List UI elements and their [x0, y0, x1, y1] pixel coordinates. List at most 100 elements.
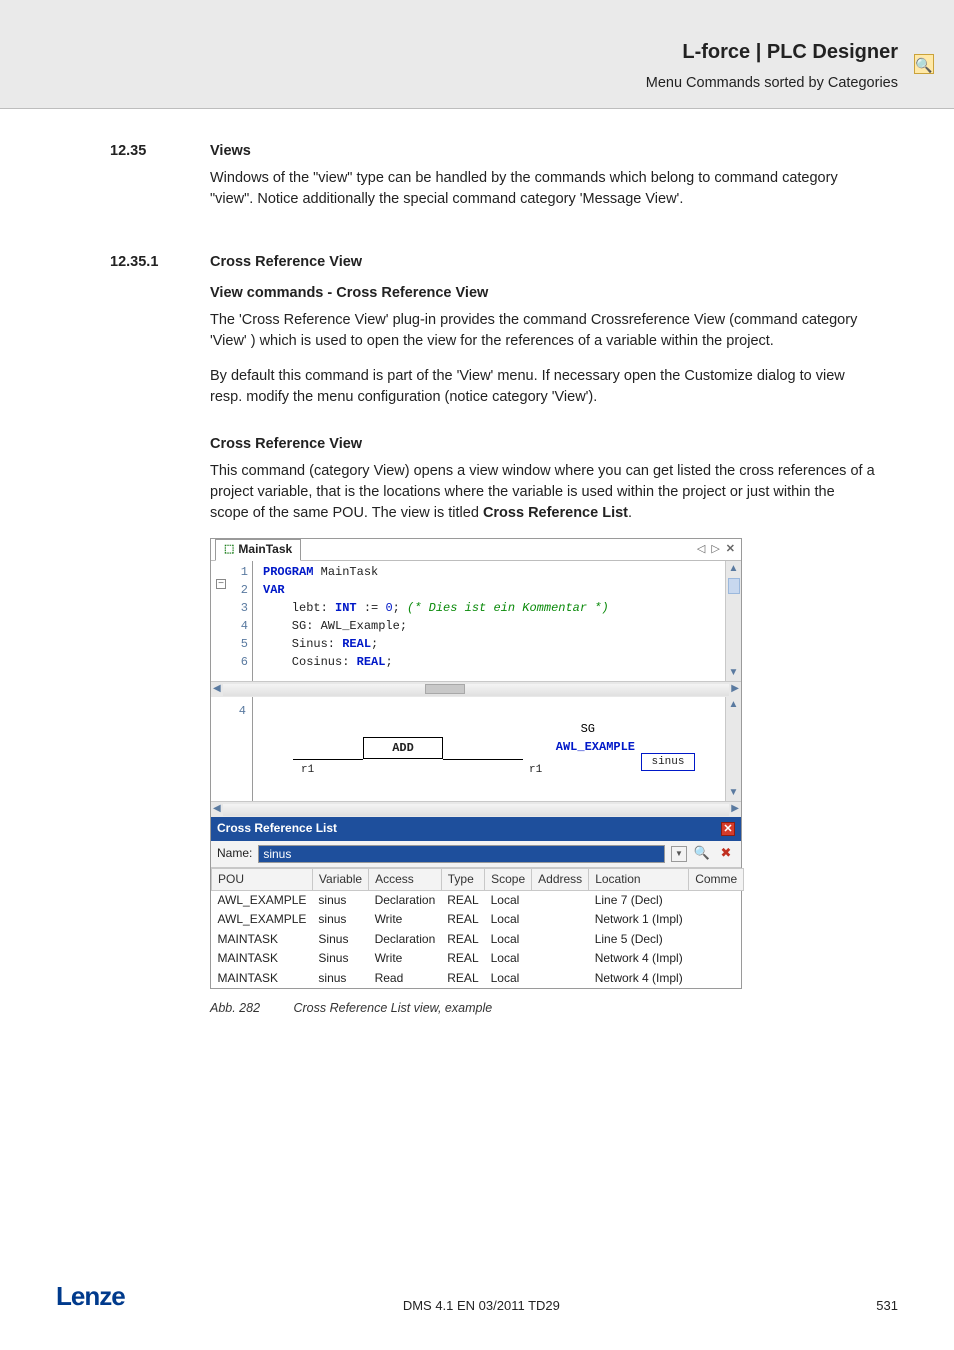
table-header-row: POU Variable Access Type Scope Address L… — [212, 868, 744, 890]
table-cell — [689, 891, 744, 911]
next-tab-icon[interactable]: ▷ — [711, 542, 719, 558]
panel-title: Cross Reference List — [217, 820, 337, 837]
scroll-thumb[interactable] — [425, 684, 465, 694]
section-number: 12.35 — [110, 141, 210, 162]
table-cell — [689, 930, 744, 949]
col-location[interactable]: Location — [589, 868, 689, 890]
scroll-right-icon[interactable]: ▶ — [731, 682, 739, 697]
table-cell: MAINTASK — [212, 969, 313, 988]
table-cell: AWL_EXAMPLE — [212, 891, 313, 911]
table-cell: REAL — [441, 969, 484, 988]
table-cell: Line 7 (Decl) — [589, 891, 689, 911]
col-variable[interactable]: Variable — [312, 868, 368, 890]
prev-tab-icon[interactable]: ◁ — [697, 542, 705, 558]
table-cell: Local — [485, 910, 532, 929]
table-cell: Network 1 (Impl) — [589, 910, 689, 929]
col-address[interactable]: Address — [532, 868, 589, 890]
instance-label: SG — [581, 721, 595, 738]
table-cell: Local — [485, 891, 532, 911]
close-icon[interactable]: ✕ — [721, 822, 735, 836]
table-cell: Read — [369, 969, 442, 988]
table-row[interactable]: MAINTASKsinusReadREALLocalNetwork 4 (Imp… — [212, 969, 744, 988]
table-cell — [689, 949, 744, 968]
wire — [293, 759, 363, 760]
col-comment[interactable]: Comme — [689, 868, 744, 890]
text-run: . — [628, 505, 632, 521]
col-pou[interactable]: POU — [212, 868, 313, 890]
vertical-scrollbar[interactable]: ▲ ▼ — [725, 561, 741, 681]
subsection-number: 12.35.1 — [110, 252, 210, 273]
code-editor[interactable]: PROGRAM MainTask VAR lebt: INT := 0; (* … — [253, 561, 725, 681]
subsection-heading: View commands - Cross Reference View — [210, 283, 876, 304]
scroll-left-icon[interactable]: ◀ — [213, 802, 221, 817]
name-input[interactable] — [258, 845, 665, 863]
table-cell — [532, 930, 589, 949]
table-cell — [532, 891, 589, 911]
subsection-paragraph: This command (category View) opens a vie… — [210, 461, 876, 524]
table-cell: Sinus — [312, 930, 368, 949]
table-cell: Sinus — [312, 949, 368, 968]
figure-number: Abb. 282 — [210, 999, 290, 1017]
close-tab-icon[interactable]: ✕ — [726, 542, 735, 558]
table-cell: Declaration — [369, 930, 442, 949]
network-gutter: 4 — [211, 697, 253, 801]
scroll-left-icon[interactable]: ◀ — [213, 682, 221, 697]
scroll-up-icon[interactable]: ▲ — [729, 698, 739, 712]
editor-tab[interactable]: ⬚ MainTask — [215, 539, 301, 561]
table-cell: Write — [369, 949, 442, 968]
dropdown-icon[interactable]: ▼ — [671, 846, 687, 862]
table-cell: Write — [369, 910, 442, 929]
editor-tab-label: MainTask — [238, 541, 292, 558]
table-cell: MAINTASK — [212, 930, 313, 949]
horizontal-scrollbar[interactable]: ◀ ▶ — [211, 681, 741, 697]
table-row[interactable]: AWL_EXAMPLEsinusDeclarationREALLocalLine… — [212, 891, 744, 911]
table-row[interactable]: MAINTASKSinusDeclarationREALLocalLine 5 … — [212, 930, 744, 949]
subsection-paragraph: By default this command is part of the '… — [210, 366, 876, 408]
table-cell — [532, 969, 589, 988]
footer-doc-id: DMS 4.1 EN 03/2011 TD29 — [125, 1297, 838, 1316]
table-cell: MAINTASK — [212, 949, 313, 968]
search-icon[interactable]: 🔍 — [693, 845, 711, 863]
page-number: 531 — [838, 1297, 898, 1316]
vertical-scrollbar[interactable]: ▲ 🔍 ▼ — [725, 697, 741, 801]
table-cell: Line 5 (Decl) — [589, 930, 689, 949]
scroll-right-icon[interactable]: ▶ — [731, 802, 739, 817]
editor-tabbar: ⬚ MainTask ◁ ▷ ✕ — [211, 539, 741, 561]
table-cell: Network 4 (Impl) — [589, 949, 689, 968]
table-cell: REAL — [441, 891, 484, 911]
scroll-down-icon[interactable]: ▼ — [729, 786, 739, 800]
table-cell: sinus — [312, 910, 368, 929]
table-cell: REAL — [441, 949, 484, 968]
brand-logo: Lenze — [56, 1278, 125, 1316]
col-type[interactable]: Type — [441, 868, 484, 890]
fbd-diagram[interactable]: SG AWL_EXAMPLE ADD r1 r1 sinus — [253, 697, 725, 801]
cross-reference-table: POU Variable Access Type Scope Address L… — [211, 868, 744, 988]
table-cell — [532, 910, 589, 929]
subsection-title: Cross Reference View — [210, 252, 362, 273]
scroll-thumb[interactable] — [728, 578, 740, 594]
line-gutter: 1 2 3 4 5 6 — [231, 561, 253, 681]
screenshot-panel: ⬚ MainTask ◁ ▷ ✕ − 1 2 3 — [210, 538, 742, 989]
table-cell: Local — [485, 949, 532, 968]
magnifier-icon[interactable]: 🔍 — [914, 54, 934, 74]
scroll-up-icon[interactable]: ▲ — [729, 562, 739, 576]
doc-header-title: L-force | PLC Designer — [56, 38, 898, 67]
col-scope[interactable]: Scope — [485, 868, 532, 890]
subsection-heading: Cross Reference View — [210, 434, 876, 455]
collapse-icon[interactable]: − — [216, 579, 226, 589]
table-cell: sinus — [312, 891, 368, 911]
horizontal-scrollbar[interactable]: ◀ ▶ — [211, 801, 741, 817]
table-cell: REAL — [441, 930, 484, 949]
variable-box[interactable]: sinus — [641, 753, 695, 771]
table-row[interactable]: MAINTASKSinusWriteREALLocal Network 4 (Im… — [212, 949, 744, 968]
text-bold: Cross Reference List — [483, 505, 628, 521]
scroll-down-icon[interactable]: ▼ — [729, 666, 739, 680]
name-label: Name: — [217, 845, 252, 862]
table-cell: AWL_EXAMPLE — [212, 910, 313, 929]
table-row[interactable]: AWL_EXAMPLEsinusWriteREALLocalNetwork 1 … — [212, 910, 744, 929]
add-block[interactable]: ADD — [363, 737, 443, 759]
col-access[interactable]: Access — [369, 868, 442, 890]
wire — [443, 759, 523, 760]
doc-header-subtitle: Menu Commands sorted by Categories — [56, 73, 898, 94]
clear-icon[interactable]: ✖ — [717, 845, 735, 863]
